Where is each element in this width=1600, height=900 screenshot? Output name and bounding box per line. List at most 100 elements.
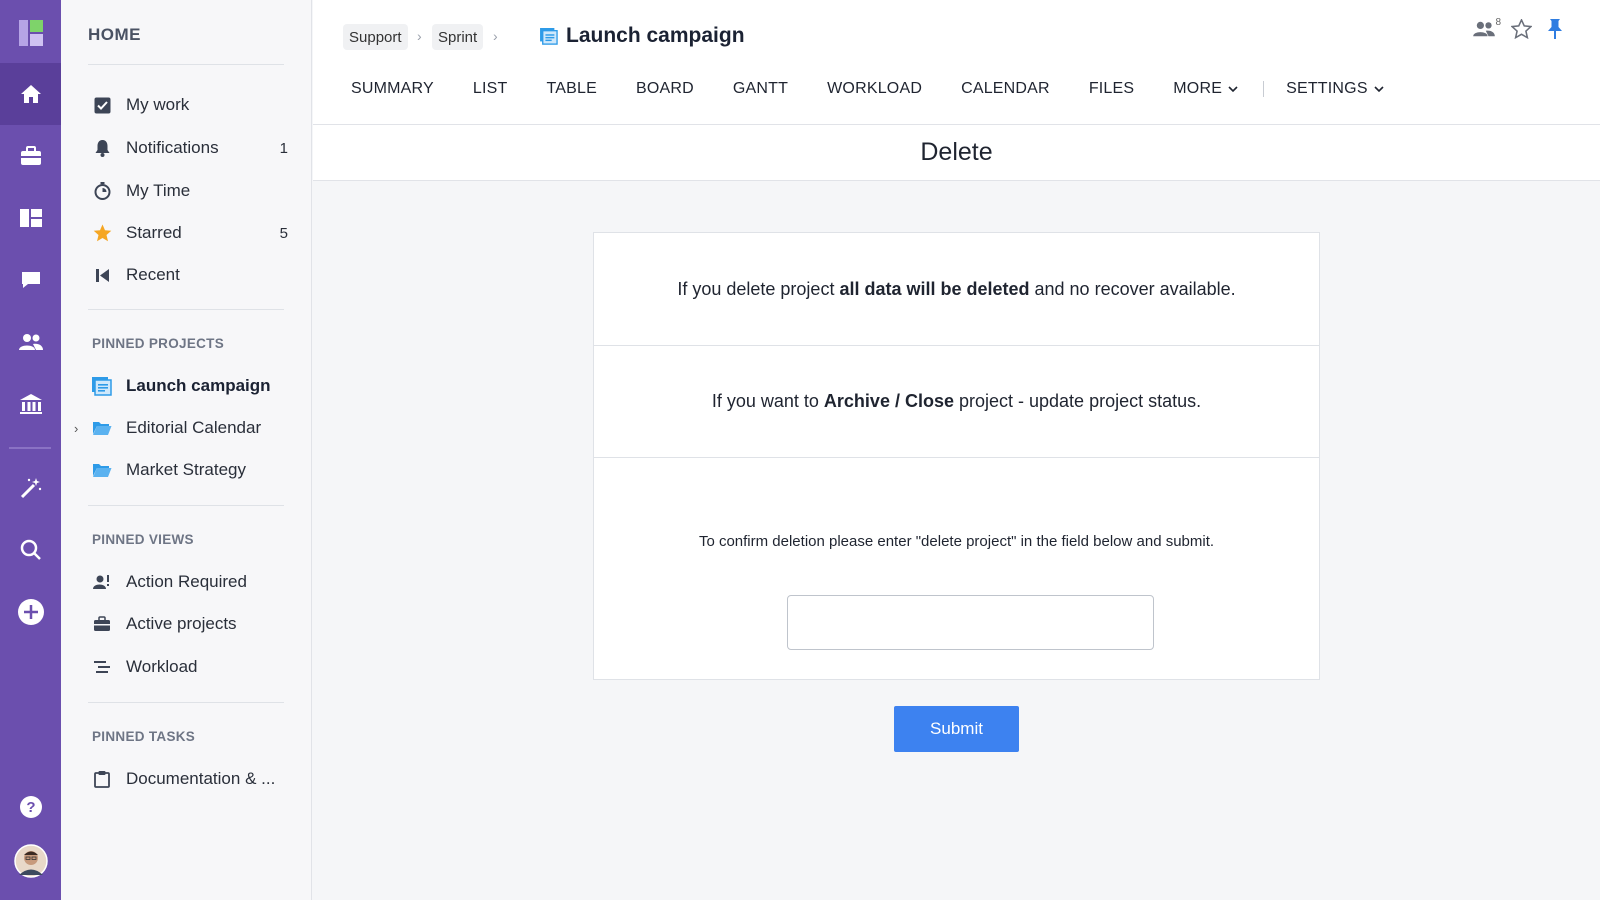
header-actions: 8 xyxy=(1460,17,1564,40)
warning-text: If you delete project all data will be d… xyxy=(677,279,1235,300)
sidebar-item-label: Starred xyxy=(126,223,182,242)
pin-icon xyxy=(1546,18,1564,40)
app-logo-icon[interactable] xyxy=(0,2,61,64)
project-tabs: SUMMARY LIST TABLE BOARD GANTT WORKLOAD … xyxy=(351,80,1423,98)
list-document-icon xyxy=(540,27,558,45)
bell-icon xyxy=(90,136,114,160)
delete-confirmation-input[interactable] xyxy=(787,595,1154,650)
sidebar-item-label: Workload xyxy=(126,657,198,676)
tab-summary[interactable]: SUMMARY xyxy=(351,80,434,98)
pinned-project-editorial-calendar[interactable]: Editorial Calendar xyxy=(88,413,288,443)
briefcase-icon[interactable] xyxy=(0,125,61,187)
breadcrumb-chevron-icon: › xyxy=(493,28,498,44)
pin-project-button[interactable] xyxy=(1546,18,1564,40)
sidebar-item-my-time[interactable]: My Time xyxy=(88,176,288,206)
archive-text-bold: Archive / Close xyxy=(823,391,954,411)
sidebar-item-label: Action Required xyxy=(126,572,247,591)
pinned-project-launch-campaign[interactable]: Launch campaign xyxy=(88,371,288,401)
sidebar-divider xyxy=(88,309,284,310)
add-icon[interactable] xyxy=(0,581,61,643)
tab-gantt[interactable]: GANTT xyxy=(733,80,788,98)
sidebar-divider xyxy=(88,505,284,506)
tab-divider xyxy=(1263,81,1265,97)
tab-board[interactable]: BOARD xyxy=(636,80,694,98)
sidebar-item-my-work[interactable]: My work xyxy=(88,90,288,120)
sidebar-item-label: My Time xyxy=(126,181,191,200)
clipboard-icon xyxy=(90,767,114,791)
archive-text-post: project - update project status. xyxy=(953,391,1202,411)
project-title-text: Launch campaign xyxy=(566,24,745,47)
members-button[interactable]: 8 xyxy=(1473,17,1501,38)
sidebar-item-recent[interactable]: Recent xyxy=(88,260,288,290)
sidebar-item-label: Active projects xyxy=(126,614,237,633)
tab-list[interactable]: LIST xyxy=(473,80,508,98)
pinned-task-documentation[interactable]: Documentation & ... xyxy=(88,764,288,794)
list-document-icon xyxy=(90,374,114,398)
sidebar-item-label: Recent xyxy=(126,265,180,284)
pinned-view-workload[interactable]: Workload xyxy=(88,652,288,682)
breadcrumb-support[interactable]: Support xyxy=(343,24,408,50)
sidebar-item-label: Notifications xyxy=(126,138,219,157)
tab-calendar[interactable]: CALENDAR xyxy=(961,80,1050,98)
user-avatar[interactable] xyxy=(0,830,61,892)
warning-text-pre: If you delete project xyxy=(677,278,840,299)
tab-settings-label: SETTINGS xyxy=(1286,80,1368,97)
app-rail: ? xyxy=(0,0,61,900)
members-count: 8 xyxy=(1495,17,1501,28)
dashboard-icon[interactable] xyxy=(0,187,61,249)
warning-text-post: and no recover available. xyxy=(1029,278,1236,299)
help-icon[interactable]: ? xyxy=(0,776,61,838)
home-icon[interactable] xyxy=(0,63,61,125)
pinned-project-market-strategy[interactable]: Market Strategy xyxy=(88,455,288,485)
chevron-down-icon xyxy=(1228,85,1238,93)
tab-more-label: MORE xyxy=(1173,80,1223,97)
workload-icon xyxy=(90,655,114,679)
starred-count-badge: 5 xyxy=(279,224,288,242)
pinned-views-heading: PINNED VIEWS xyxy=(92,532,194,547)
sidebar-item-label: Market Strategy xyxy=(126,460,246,479)
sidebar-divider xyxy=(88,64,284,65)
sidebar-home-title[interactable]: HOME xyxy=(88,25,141,45)
sidebar-item-label: My work xyxy=(126,95,190,114)
confirm-instructions: To confirm deletion please enter "delete… xyxy=(698,533,1215,550)
breadcrumb-chevron-icon: › xyxy=(417,28,422,44)
briefcase-icon xyxy=(90,612,114,636)
folder-open-icon xyxy=(90,416,114,440)
warning-text-bold: all data will be deleted xyxy=(839,278,1030,299)
sidebar-item-starred[interactable]: Starred 5 xyxy=(88,218,288,248)
star-outline-icon xyxy=(1511,19,1532,39)
archive-text: If you want to Archive / Close project -… xyxy=(712,391,1201,412)
breadcrumb-sprint[interactable]: Sprint xyxy=(432,24,484,50)
project-header: Support › Sprint › Launch campaign 8 SUM… xyxy=(313,0,1600,125)
svg-text:?: ? xyxy=(26,799,35,816)
tab-table[interactable]: TABLE xyxy=(547,80,598,98)
tab-settings[interactable]: SETTINGS xyxy=(1286,80,1384,98)
tab-workload[interactable]: WORKLOAD xyxy=(827,80,922,98)
search-icon[interactable] xyxy=(0,519,61,581)
expand-chevron-icon[interactable]: › xyxy=(74,421,78,436)
sidebar: HOME My work Notifications 1 My Time Sta… xyxy=(61,0,312,900)
page-title: Launch campaign xyxy=(540,24,745,48)
chat-icon[interactable] xyxy=(0,249,61,311)
rail-divider xyxy=(9,447,51,449)
pinned-view-action-required[interactable]: Action Required xyxy=(88,567,288,597)
delete-project-card: If you delete project all data will be d… xyxy=(593,232,1320,680)
pinned-projects-heading: PINNED PROJECTS xyxy=(92,336,225,351)
sidebar-divider xyxy=(88,702,284,703)
sidebar-item-label: Documentation & ... xyxy=(126,769,276,788)
users-icon[interactable] xyxy=(0,311,61,373)
sidebar-item-label: Launch campaign xyxy=(126,376,271,395)
sidebar-item-notifications[interactable]: Notifications 1 xyxy=(88,133,288,163)
stopwatch-icon xyxy=(90,179,114,203)
checkbox-icon xyxy=(90,93,114,117)
star-icon xyxy=(90,221,114,245)
recent-icon xyxy=(90,263,114,287)
submit-button[interactable]: Submit xyxy=(894,706,1019,752)
star-project-button[interactable] xyxy=(1511,19,1532,39)
user-alert-icon xyxy=(90,570,114,594)
bank-icon[interactable] xyxy=(0,373,61,435)
tab-files[interactable]: FILES xyxy=(1089,80,1134,98)
tab-more[interactable]: MORE xyxy=(1173,80,1238,98)
magic-wand-icon[interactable] xyxy=(0,457,61,519)
pinned-view-active-projects[interactable]: Active projects xyxy=(88,609,288,639)
